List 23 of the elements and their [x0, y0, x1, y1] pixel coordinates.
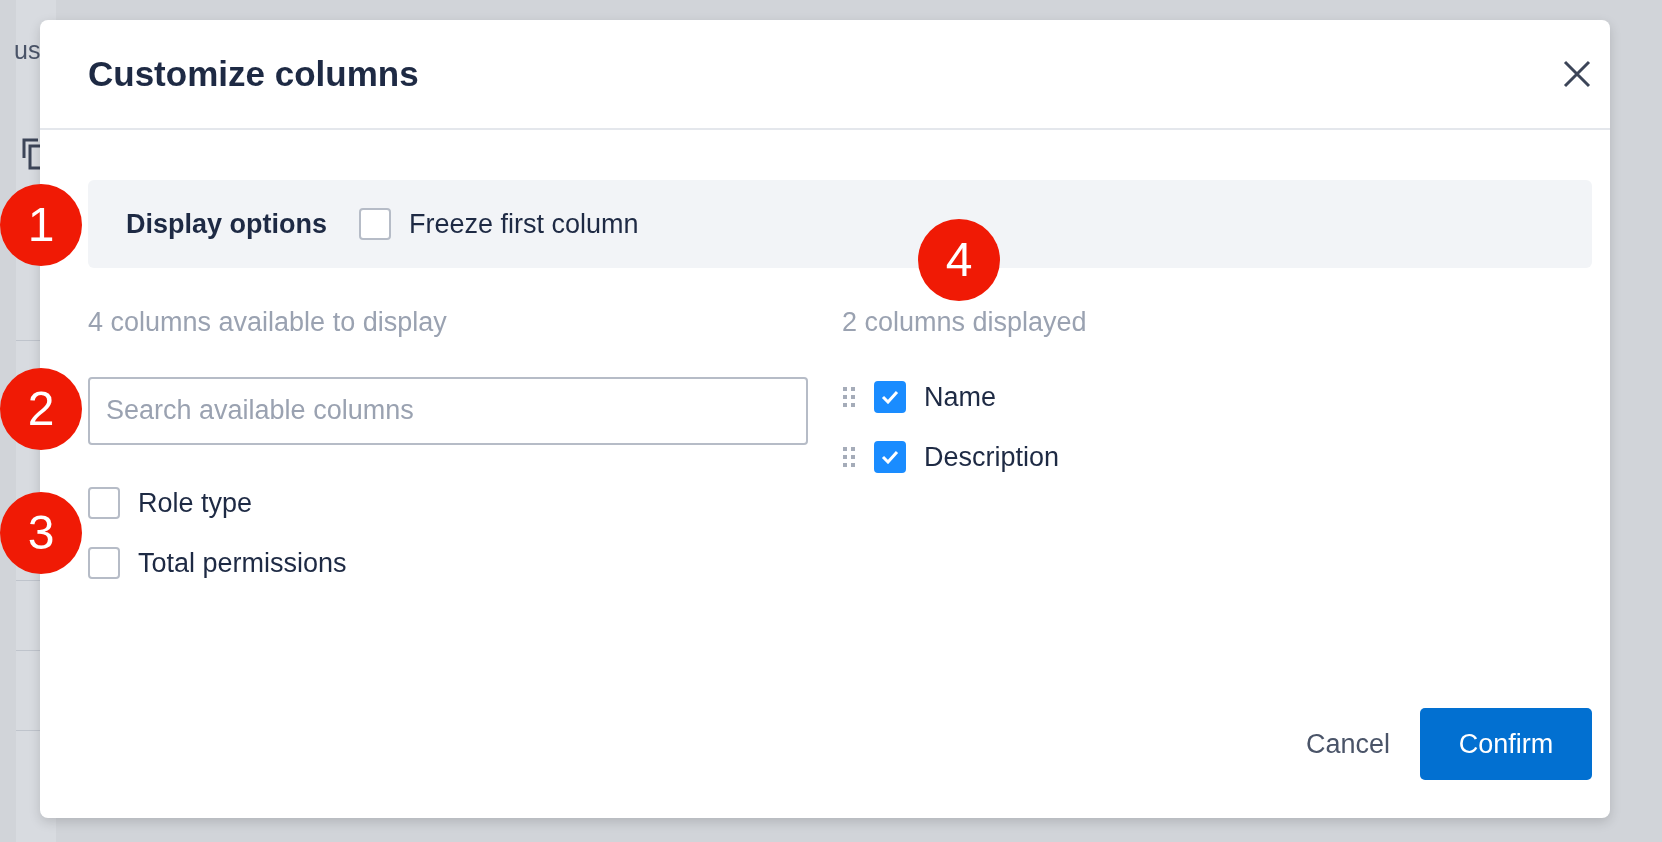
confirm-button[interactable]: Confirm — [1420, 708, 1592, 780]
checkbox[interactable] — [88, 547, 120, 580]
checkbox-label: Freeze first column — [409, 207, 639, 241]
drag-handle-icon[interactable] — [842, 385, 856, 408]
checkbox[interactable] — [359, 208, 392, 240]
check-icon — [881, 450, 899, 465]
search-field[interactable]: Search available columns — [88, 376, 808, 445]
checkbox[interactable] — [874, 441, 906, 474]
column-label: Description — [924, 441, 1060, 474]
checkbox[interactable] — [88, 486, 120, 519]
dialog-title: Customize columns — [88, 53, 419, 95]
displayed-heading: 2 columns displayed — [842, 306, 1087, 339]
column-label: Role type — [138, 486, 253, 520]
close-icon — [1562, 59, 1592, 89]
options-label: Display options — [126, 207, 328, 241]
drag-handle-icon[interactable] — [842, 446, 856, 469]
background-text: us — [14, 35, 41, 66]
column-label: Total permissions — [138, 547, 347, 580]
checkbox[interactable] — [874, 380, 906, 413]
available-heading: 4 columns available to display — [88, 306, 448, 339]
cancel-button[interactable]: Cancel — [1299, 713, 1396, 775]
column-label: Name — [924, 380, 997, 414]
check-icon — [881, 389, 899, 404]
